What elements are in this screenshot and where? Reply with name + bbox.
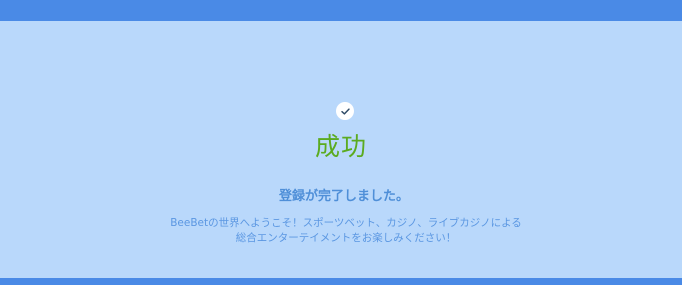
check-circle-icon (336, 102, 354, 120)
success-title: 成功 (314, 132, 367, 161)
registration-success-page: 成功 登録が完了しました。 BeeBetの世界へようこそ！スポーツベット、カジノ… (0, 0, 682, 285)
checkmark-icon (340, 107, 350, 115)
footer-bar (0, 278, 682, 285)
registration-complete-message: 登録が完了しました。 (278, 189, 409, 204)
welcome-description: BeeBetの世界へようこそ！スポーツベット、カジノ、ライブカジノによる総合エン… (170, 217, 522, 244)
header-bar (0, 0, 682, 21)
